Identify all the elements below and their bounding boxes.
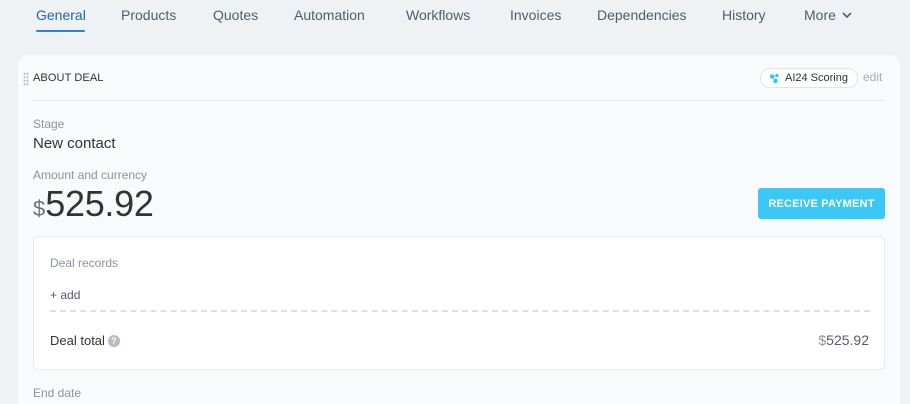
section-divider bbox=[33, 100, 885, 101]
ai-scoring-label: AI24 Scoring bbox=[785, 72, 848, 84]
chevron-down-icon bbox=[842, 12, 852, 18]
tab-history[interactable]: History bbox=[722, 7, 766, 23]
help-icon[interactable]: ? bbox=[107, 334, 120, 347]
deal-records-title: Deal records bbox=[50, 256, 119, 270]
amount-value[interactable]: $525.92 bbox=[33, 183, 154, 225]
drag-handle-icon[interactable] bbox=[23, 72, 29, 86]
tab-invoices[interactable]: Invoices bbox=[510, 7, 561, 23]
deal-tabs: General Products Quotes Automation Workf… bbox=[0, 0, 910, 40]
tab-general[interactable]: General bbox=[36, 7, 86, 23]
currency-symbol: $ bbox=[33, 196, 46, 221]
about-deal-card: ABOUT DEAL AI24 Scoring edit Stage New c… bbox=[18, 55, 900, 404]
tab-more-label: More bbox=[804, 7, 836, 23]
amount-label: Amount and currency bbox=[33, 168, 148, 182]
edit-link[interactable]: edit bbox=[863, 70, 882, 84]
ai-scoring-badge[interactable]: AI24 Scoring bbox=[760, 68, 858, 88]
tab-workflows[interactable]: Workflows bbox=[406, 7, 470, 23]
records-dashed-divider bbox=[50, 310, 870, 312]
active-tab-indicator bbox=[36, 30, 85, 32]
deal-records-panel: Deal records + add Deal total ? $525.92 bbox=[33, 236, 885, 370]
stage-label: Stage bbox=[33, 117, 65, 131]
deal-total-label: Deal total ? bbox=[50, 333, 120, 348]
deal-total-text: Deal total bbox=[50, 333, 105, 348]
amount-number: 525.92 bbox=[45, 183, 154, 224]
tab-products[interactable]: Products bbox=[121, 7, 176, 23]
add-record-link[interactable]: + add bbox=[50, 288, 80, 302]
tab-dependencies[interactable]: Dependencies bbox=[597, 7, 687, 23]
total-currency-symbol: $ bbox=[818, 332, 827, 348]
tab-automation[interactable]: Automation bbox=[294, 7, 365, 23]
total-number: 525.92 bbox=[826, 332, 869, 348]
end-date-label: End date bbox=[33, 386, 82, 400]
receive-payment-button[interactable]: RECEIVE PAYMENT bbox=[758, 188, 885, 219]
ai-scoring-icon bbox=[769, 73, 779, 83]
tab-more[interactable]: More bbox=[804, 7, 852, 23]
tab-quotes[interactable]: Quotes bbox=[213, 7, 258, 23]
section-title: ABOUT DEAL bbox=[33, 72, 104, 84]
deal-total-value: $525.92 bbox=[818, 332, 869, 348]
stage-value[interactable]: New contact bbox=[33, 135, 116, 152]
